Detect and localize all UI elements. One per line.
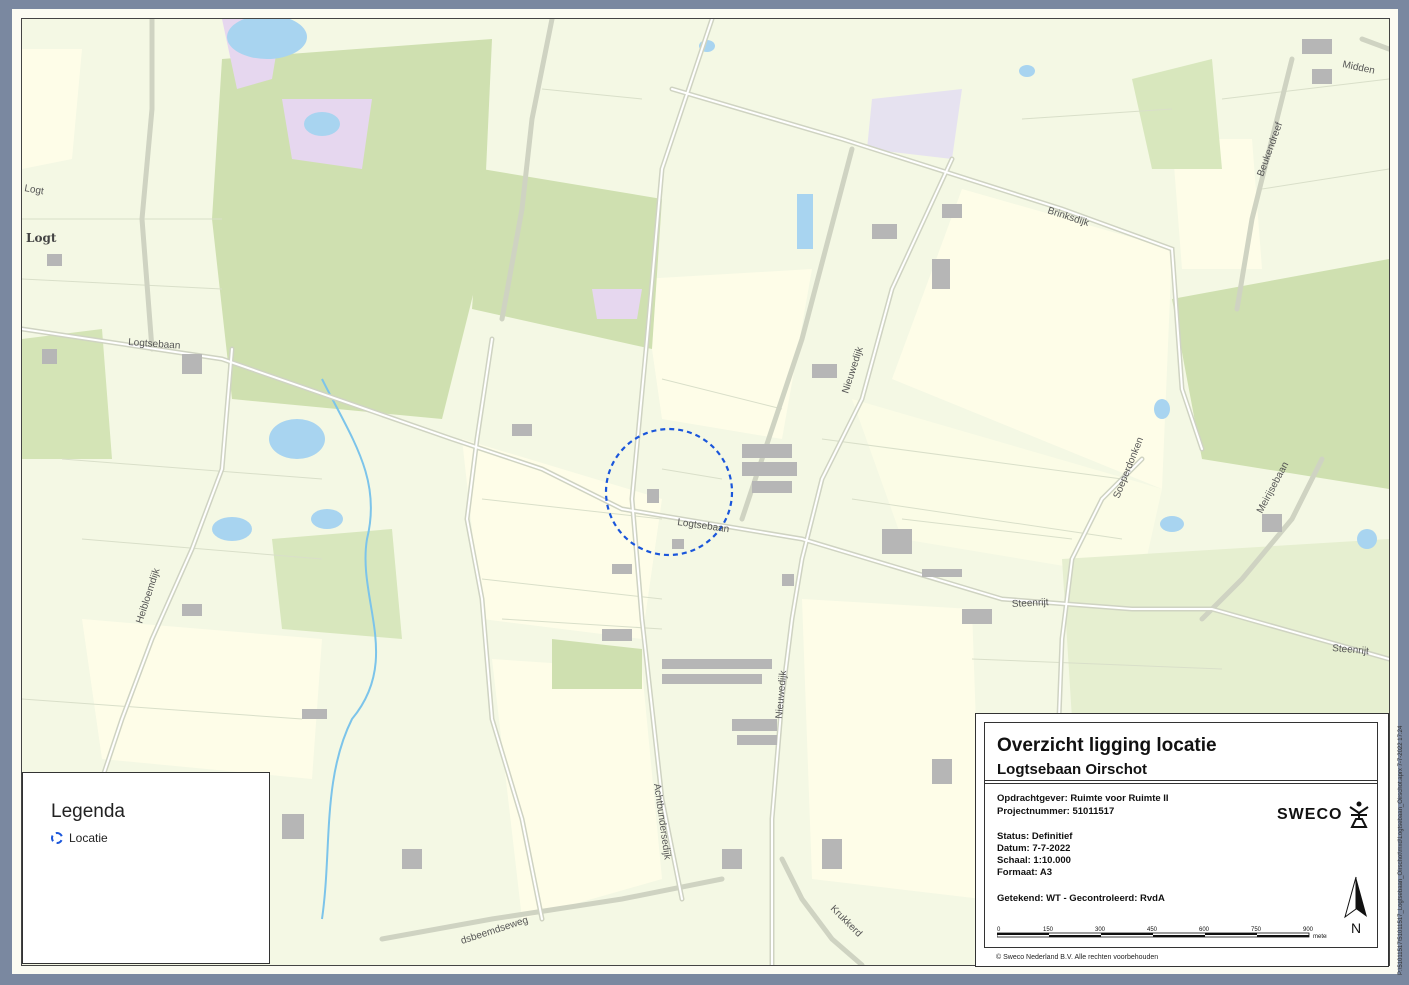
info-area: Opdrachtgever: Ruimte voor Ruimte II Pro…	[984, 780, 1378, 948]
scale-tick: 750	[1251, 927, 1262, 933]
place-label-logt: Logt	[26, 231, 57, 245]
map-title: Overzicht ligging locatie	[997, 735, 1217, 756]
logo-text: SWECO	[1277, 806, 1343, 823]
legend-item-locatie: Locatie	[51, 831, 108, 845]
scale-tick: 600	[1199, 927, 1210, 933]
opdrachtgever-text: Opdrachtgever: Ruimte voor Ruimte II	[997, 793, 1169, 804]
file-path-text: P:\51011517\51011517_Logtsebaan_Oirschot…	[1398, 725, 1404, 975]
scale-tick: 150	[1043, 927, 1054, 933]
datum-text: Datum: 7-7-2022	[997, 843, 1071, 854]
title-block: Overzicht ligging locatie Logtsebaan Oir…	[975, 713, 1389, 967]
scale-unit: meter	[1313, 934, 1327, 940]
legend-panel: Legenda Locatie	[22, 772, 270, 964]
getekend-text: Getekend: WT - Gecontroleerd: RvdA	[997, 893, 1165, 904]
sweco-symbol-icon	[1349, 801, 1370, 828]
copyright-text: © Sweco Nederland B.V. Alle rechten voor…	[996, 954, 1159, 961]
north-arrow-icon: N	[1344, 876, 1367, 935]
schaal-text: Schaal: 1:10.000	[997, 855, 1071, 866]
sweco-logo: SWECO	[1277, 801, 1372, 829]
status-text: Status: Definitief	[997, 831, 1073, 842]
scale-tick: 450	[1147, 927, 1158, 933]
legend-item-label: Locatie	[69, 831, 108, 845]
title-area: Overzicht ligging locatie Logtsebaan Oir…	[984, 722, 1378, 784]
road-label-steenrijt-center: Steenrijt	[1012, 597, 1049, 610]
north-label: N	[1351, 920, 1361, 935]
projectnummer-text: Projectnummer: 51011517	[997, 806, 1115, 817]
scale-tick: 300	[1095, 927, 1106, 933]
scale-bar: 0 150 300 450 600 750 900 meter	[997, 927, 1327, 940]
dashed-circle-icon	[51, 832, 63, 844]
legend-title: Legenda	[51, 801, 125, 822]
scale-tick: 0	[997, 927, 1001, 933]
scale-tick: 900	[1303, 927, 1314, 933]
formaat-text: Formaat: A3	[997, 867, 1053, 878]
map-subtitle: Logtsebaan Oirschot	[997, 761, 1148, 778]
